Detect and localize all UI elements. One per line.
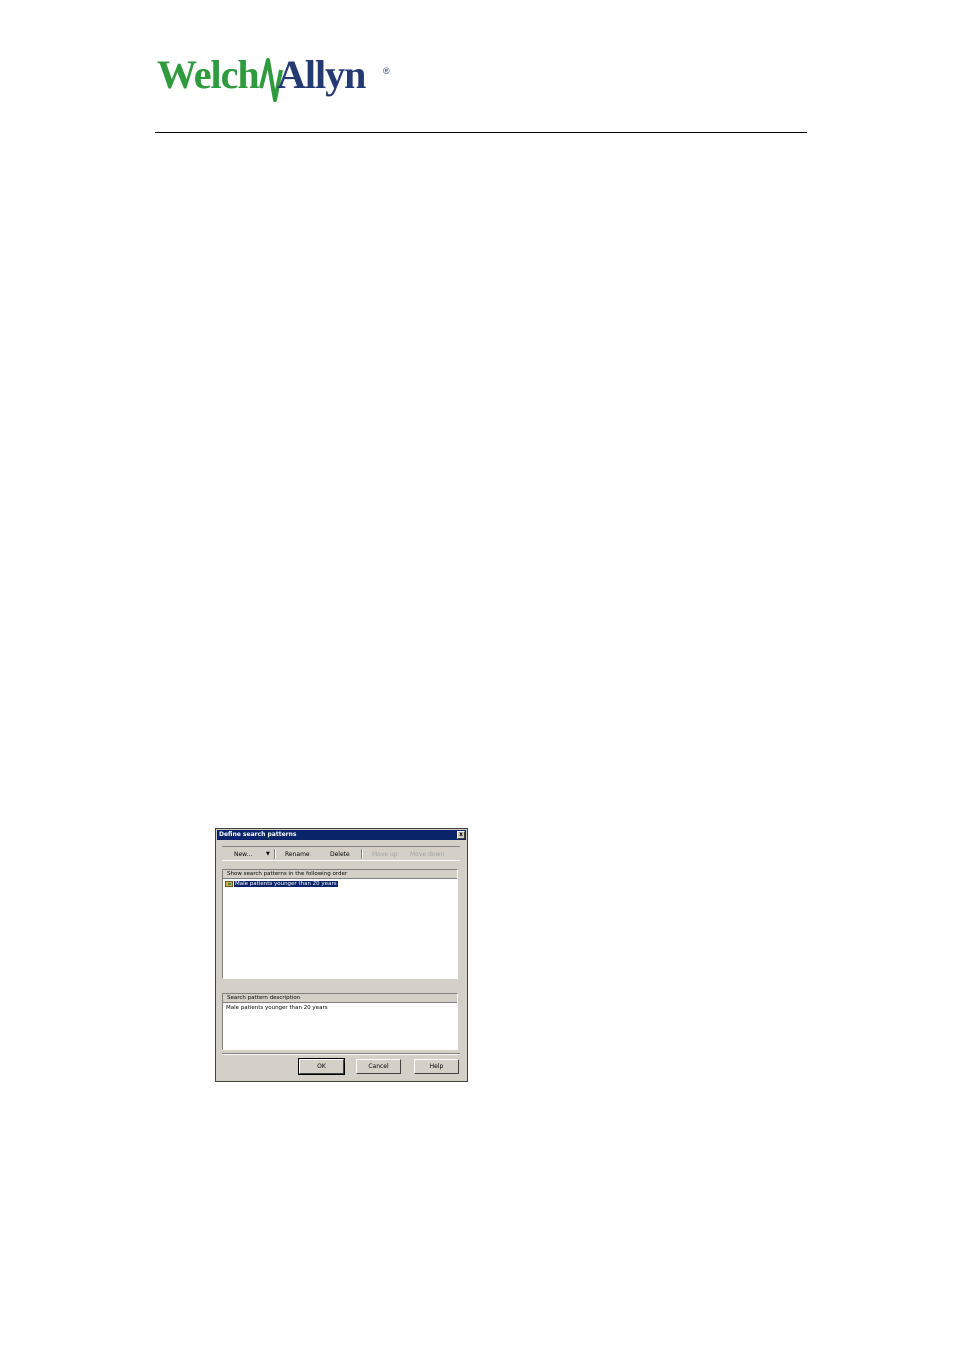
ok-button[interactable]: OK (298, 1058, 345, 1075)
help-button[interactable]: Help (414, 1059, 459, 1074)
footer-divider (222, 1053, 460, 1055)
patterns-list-header: Show search patterns in the following or… (223, 870, 457, 879)
close-icon: x (459, 831, 463, 838)
description-panel: Search pattern description Male patients… (222, 993, 458, 1050)
dropdown-arrow-icon[interactable]: ▼ (266, 850, 270, 859)
close-button[interactable]: x (457, 831, 465, 839)
svg-text:Welch: Welch (157, 52, 259, 97)
new-button[interactable]: New... (234, 850, 252, 859)
move-down-button[interactable]: Move down (410, 850, 444, 859)
svg-text:Allyn: Allyn (277, 52, 366, 97)
list-item[interactable]: Male patients younger than 20 years (225, 880, 338, 888)
toolbar: New... ▼ Rename Delete Move up Move down (222, 846, 460, 861)
search-patterns-list[interactable]: Show search patterns in the following or… (222, 869, 458, 979)
folder-icon (225, 880, 233, 887)
toolbar-separator (361, 849, 363, 859)
svg-text:®: ® (383, 66, 390, 76)
move-up-button[interactable]: Move up (372, 850, 398, 859)
rename-button[interactable]: Rename (285, 850, 310, 859)
description-text: Male patients younger than 20 years (226, 1005, 328, 1011)
header-rule (155, 132, 807, 133)
toolbar-separator (274, 849, 276, 859)
dialog-titlebar: Define search patterns x (217, 830, 466, 840)
define-search-patterns-dialog: Define search patterns x New... ▼ Rename… (215, 828, 468, 1082)
welch-allyn-logo: Welch Allyn ® (157, 52, 397, 110)
pattern-label: Male patients younger than 20 years (234, 881, 338, 887)
dialog-title: Define search patterns (219, 831, 297, 838)
description-header: Search pattern description (223, 994, 457, 1003)
cancel-button[interactable]: Cancel (356, 1059, 401, 1074)
delete-button[interactable]: Delete (330, 850, 350, 859)
